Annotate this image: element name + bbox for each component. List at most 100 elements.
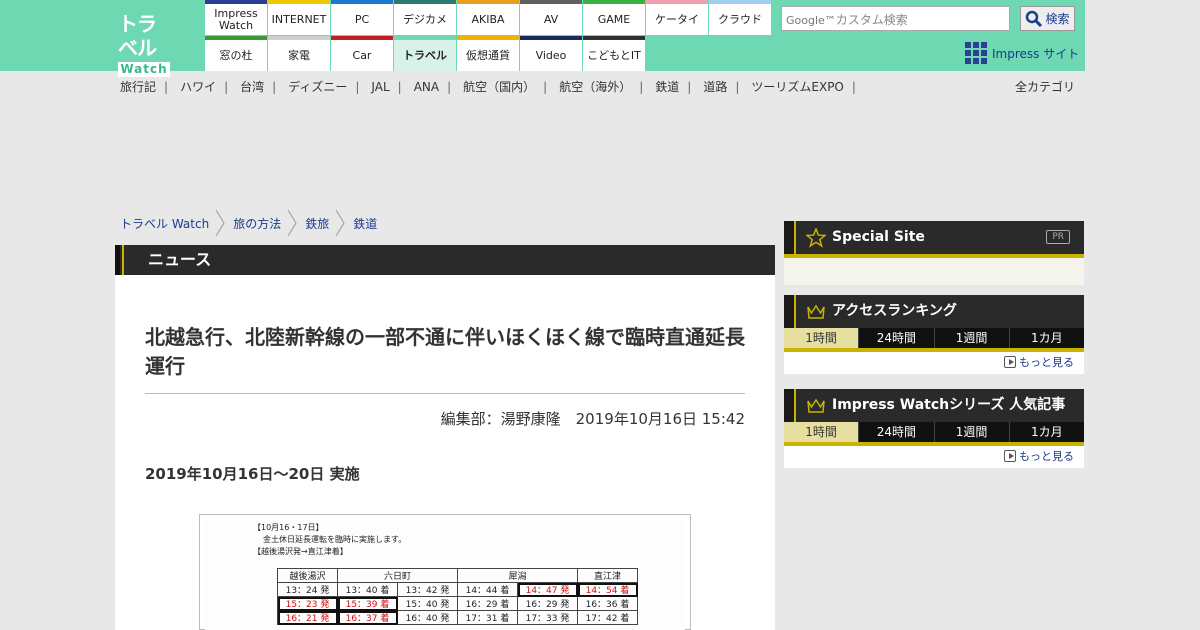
period-tab[interactable]: 1時間 bbox=[784, 328, 859, 348]
category-subnav: 旅行記 | ハワイ | 台湾 | ディズニー | JAL | ANA | 航空（国内） | 航空（海外） | 鉄… bbox=[120, 78, 868, 95]
popular-period-tabs: 1時間 24時間 1週間 1カ月 bbox=[784, 422, 1084, 446]
site-nav-item[interactable]: クラウド bbox=[709, 0, 771, 35]
timetable-row: 16：21 発 16：37 着 16：40 発 17：31 着 17：33 発 17：42… bbox=[277, 610, 638, 625]
timetable-table: 越後湯沢 六日町 犀潟 直江津 13：24 発 13：40 着 13：42 発 14：44 … bbox=[277, 568, 638, 625]
search-button[interactable]: 検索 bbox=[1020, 6, 1075, 31]
subnav-separator: | bbox=[447, 80, 452, 94]
article-body: 北越急行、北陸新幹線の一部不通に伴いほくほく線で臨時直通延長運行 編集部：湯野康… bbox=[115, 275, 775, 630]
site-nav-item[interactable]: AKIBA bbox=[457, 0, 519, 35]
site-nav-item[interactable]: Impress Watch bbox=[205, 0, 267, 35]
subnav-separator: | bbox=[272, 80, 277, 94]
timetable-station: 犀潟 bbox=[457, 568, 578, 583]
site-nav-item[interactable]: 窓の杜 bbox=[205, 36, 267, 71]
chevron-right-icon bbox=[287, 210, 297, 236]
timetable-row: 13：24 発 13：40 着 13：42 発 14：44 着 14：47 発 14：54… bbox=[277, 582, 638, 597]
article-headline: 北越急行、北陸新幹線の一部不通に伴いほくほく線で臨時直通延長運行 bbox=[145, 325, 745, 378]
subnav-separator: | bbox=[851, 80, 856, 94]
period-tab[interactable]: 1カ月 bbox=[1008, 422, 1084, 442]
subnav-item[interactable]: 鉄道 bbox=[655, 78, 679, 95]
special-site-box: Special Site PR bbox=[784, 221, 1084, 285]
timetable-note-1: 【10月16・17日】 bbox=[253, 523, 324, 532]
ranking-more-link[interactable]: もっと見る bbox=[784, 352, 1084, 374]
site-nav-row-1: Impress Watch INTERNET PC デジカメ AKIBA AV GAME ケー… bbox=[205, 0, 772, 35]
access-ranking-header: アクセスランキング bbox=[784, 295, 1084, 328]
special-site-title: Special Site bbox=[832, 229, 925, 245]
popular-more-link[interactable]: もっと見る bbox=[784, 446, 1084, 468]
site-nav-item[interactable]: GAME bbox=[583, 0, 645, 35]
timetable-cell: 16：37 着 bbox=[337, 610, 398, 625]
site-nav-item[interactable]: 仮想通貨 bbox=[457, 36, 519, 71]
subnav-item[interactable]: ANA bbox=[414, 80, 439, 94]
ranking-more-label: もっと見る bbox=[1019, 356, 1074, 369]
crown-icon bbox=[807, 398, 825, 413]
site-nav-item[interactable]: PC bbox=[331, 0, 393, 35]
period-tab[interactable]: 24時間 bbox=[858, 422, 933, 442]
site-nav-item[interactable]: Video bbox=[520, 36, 582, 71]
play-icon bbox=[1004, 450, 1016, 462]
special-site-header: Special Site PR bbox=[784, 221, 1084, 254]
site-nav-item[interactable]: デジカメ bbox=[394, 0, 456, 35]
site-nav-item[interactable]: INTERNET bbox=[268, 0, 330, 35]
timetable-station: 六日町 bbox=[337, 568, 458, 583]
subnav-item[interactable]: 道路 bbox=[703, 78, 727, 95]
subnav-item[interactable]: 航空（国内） bbox=[463, 78, 535, 95]
logo-text-top: トラベル bbox=[118, 12, 157, 60]
period-tab[interactable]: 1週間 bbox=[933, 422, 1009, 442]
site-nav-item[interactable]: Car bbox=[331, 36, 393, 71]
popular-more-label: もっと見る bbox=[1019, 450, 1074, 463]
pr-badge: PR bbox=[1046, 230, 1070, 244]
timetable-cell: 14：47 発 bbox=[517, 582, 578, 597]
travel-watch-logo[interactable]: トラベル Watch bbox=[118, 12, 172, 77]
subnav-item[interactable]: JAL bbox=[371, 80, 389, 94]
subnav-separator: | bbox=[224, 80, 229, 94]
logo-text-bottom: Watch bbox=[118, 62, 170, 77]
play-icon bbox=[1004, 356, 1016, 368]
special-site-content bbox=[784, 258, 1084, 285]
site-nav-item[interactable]: トラベル bbox=[394, 36, 456, 71]
subnav-item[interactable]: ツーリズムEXPO bbox=[751, 78, 844, 95]
site-nav-item[interactable]: ケータイ bbox=[646, 0, 708, 35]
all-categories-link[interactable]: 全カテゴリ bbox=[1015, 78, 1075, 95]
subnav-item[interactable]: 旅行記 bbox=[120, 78, 156, 95]
timetable-paper: 【10月16・17日】 金土休日延長運転を臨時に実施します。 【越後湯沢発→直江… bbox=[205, 520, 685, 630]
subnav-separator: | bbox=[355, 80, 360, 94]
search-button-label: 検索 bbox=[1045, 12, 1070, 26]
period-tab[interactable]: 1カ月 bbox=[1008, 328, 1084, 348]
timetable-cell: 15：40 発 bbox=[397, 596, 458, 611]
impress-site-link[interactable]: Impress サイト bbox=[965, 42, 1079, 64]
subnav-item[interactable]: 航空（海外） bbox=[559, 78, 631, 95]
subnav-item[interactable]: 台湾 bbox=[240, 78, 264, 95]
breadcrumb-item[interactable]: トラベル Watch bbox=[120, 215, 209, 232]
period-tab[interactable]: 1時間 bbox=[784, 422, 859, 442]
site-nav-item[interactable]: AV bbox=[520, 0, 582, 35]
breadcrumb-item[interactable]: 旅の方法 bbox=[233, 215, 281, 232]
timetable-cell: 16：21 発 bbox=[277, 610, 338, 625]
search-input[interactable]: Google™カスタム検索 bbox=[781, 6, 1010, 31]
timetable-station: 直江津 bbox=[577, 568, 638, 583]
section-header: ニュース bbox=[115, 245, 775, 275]
site-nav-item[interactable]: 家電 bbox=[268, 36, 330, 71]
chevron-right-icon bbox=[215, 210, 225, 236]
timetable-image[interactable]: 【10月16・17日】 金土休日延長運転を臨時に実施します。 【越後湯沢発→直江… bbox=[199, 514, 691, 630]
subnav-separator: | bbox=[397, 80, 402, 94]
period-tab[interactable]: 1週間 bbox=[933, 328, 1009, 348]
subnav-separator: | bbox=[639, 80, 644, 94]
period-tab[interactable]: 24時間 bbox=[858, 328, 933, 348]
timetable-cell: 15：23 発 bbox=[277, 596, 338, 611]
breadcrumb-item[interactable]: 鉄道 bbox=[353, 215, 377, 232]
subnav-separator: | bbox=[735, 80, 740, 94]
search-placeholder: カスタム検索 bbox=[835, 13, 908, 27]
article-subhead: 2019年10月16日～20日 実施 bbox=[145, 465, 360, 483]
breadcrumb-item[interactable]: 鉄旅 bbox=[305, 215, 329, 232]
subnav-separator: | bbox=[687, 80, 692, 94]
timetable-note-3: 【越後湯沢発→直江津着】 bbox=[253, 547, 348, 556]
subnav-item[interactable]: ハワイ bbox=[180, 78, 216, 95]
timetable-cell: 13：42 発 bbox=[397, 582, 458, 597]
timetable-cell: 13：40 着 bbox=[337, 582, 398, 597]
site-nav-item[interactable]: こどもとIT bbox=[583, 36, 645, 71]
search-icon bbox=[1026, 10, 1043, 27]
subnav-item[interactable]: ディズニー bbox=[288, 78, 347, 95]
star-icon bbox=[806, 228, 826, 248]
subnav-separator: | bbox=[543, 80, 548, 94]
article-byline: 編集部：湯野康隆 2019年10月16日 15:42 bbox=[440, 410, 745, 428]
